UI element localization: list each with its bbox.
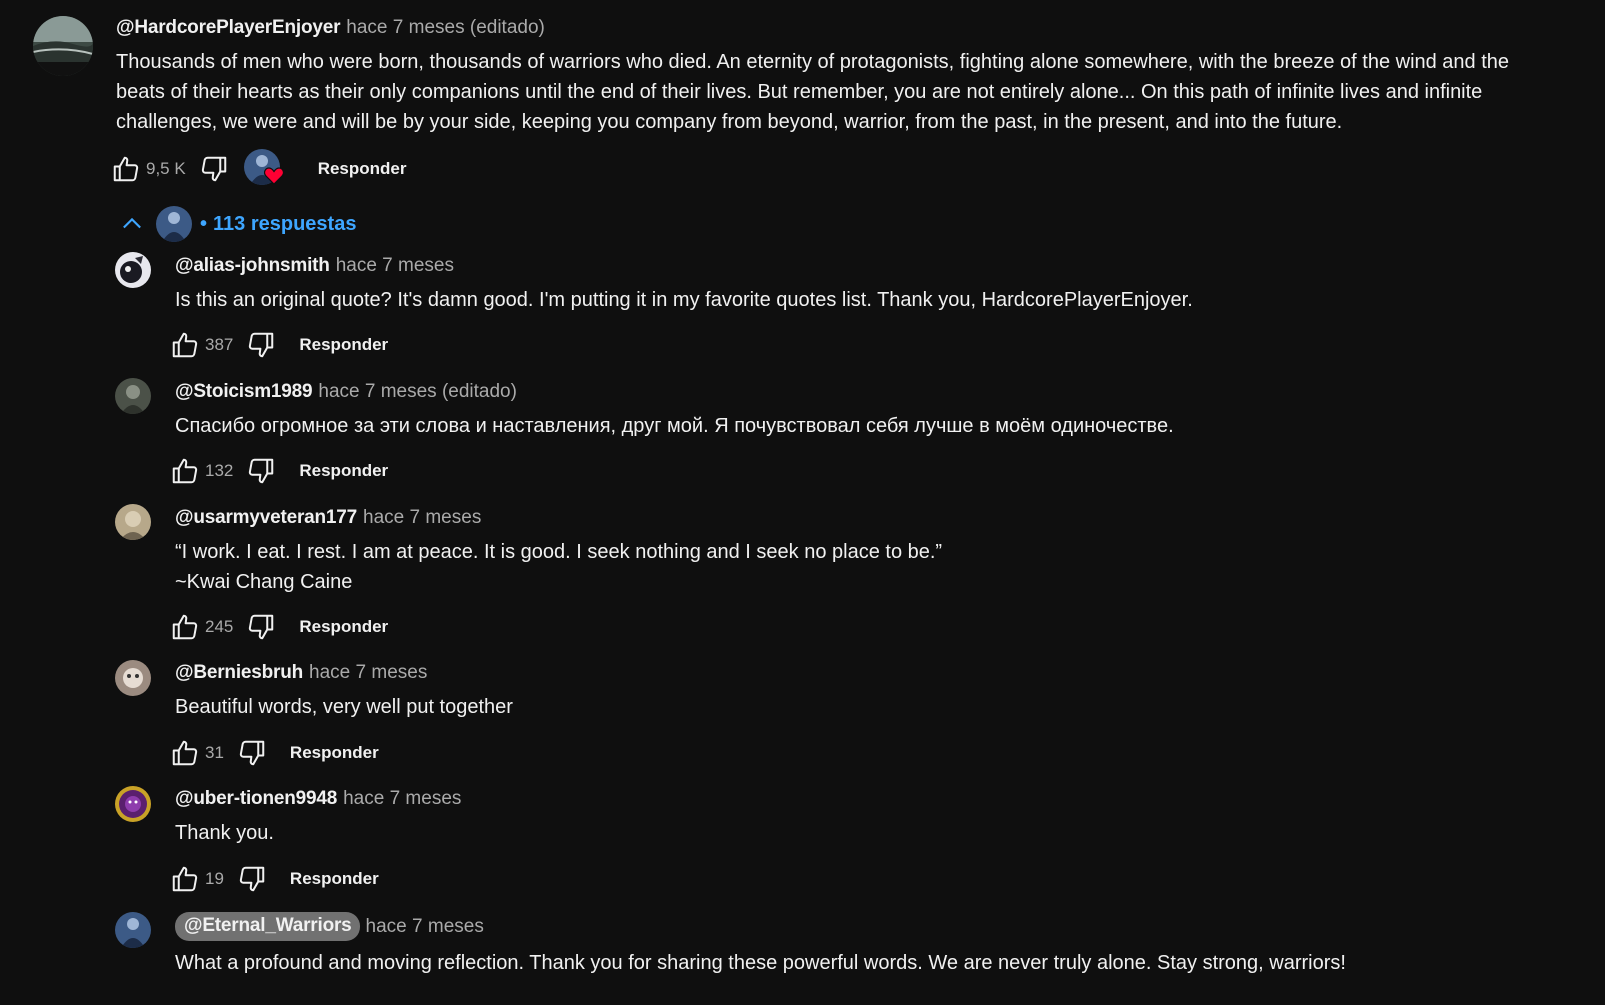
timestamp[interactable]: hace 7 meses (editado): [318, 381, 517, 403]
comment-actions: 9,5 K Responder: [110, 149, 407, 189]
thumbs-down-icon: [237, 738, 267, 768]
comment-header: @usarmyveteran177 hace 7 meses: [175, 507, 481, 529]
comment-text-line: Beautiful words, very well put together: [175, 696, 513, 718]
comment-text: Thousands of men who were born, thousand…: [116, 47, 1596, 137]
dislike-button[interactable]: [245, 455, 277, 487]
comment-header: @Eternal_Warriors hace 7 meses: [175, 912, 484, 941]
comment-actions: 31 Responder: [169, 735, 379, 771]
comment-actions: 19 Responder: [169, 861, 379, 897]
author-name[interactable]: @Berniesbruh: [175, 662, 303, 684]
reply-button[interactable]: Responder: [299, 335, 388, 355]
like-button[interactable]: [169, 863, 201, 895]
comment-text-line: What a profound and moving reflection. T…: [175, 952, 1346, 974]
dislike-button[interactable]: [236, 737, 268, 769]
comment-text-line: Thank you.: [175, 822, 274, 844]
comment-text: What a profound and moving reflection. T…: [175, 948, 1346, 978]
thumbs-up-icon: [170, 738, 200, 768]
comment-text-line: “I work. I eat. I rest. I am at peace. I…: [175, 541, 943, 563]
replies-count-label: 113 respuestas: [213, 212, 357, 235]
like-count: 9,5 K: [146, 159, 186, 178]
author-name[interactable]: @usarmyveteran177: [175, 507, 357, 529]
like-button[interactable]: [169, 737, 201, 769]
comment-header: @uber-tionen9948 hace 7 meses: [175, 788, 461, 810]
creator-avatar: [156, 206, 192, 242]
avatar[interactable]: [115, 504, 151, 540]
comment-actions: 132 Responder: [169, 453, 388, 489]
thumbs-down-icon: [237, 864, 267, 894]
heart-icon: [263, 167, 284, 185]
reply-button[interactable]: Responder: [290, 869, 379, 889]
avatar[interactable]: [115, 252, 151, 288]
like-count: 31: [205, 743, 224, 762]
comment-text-line: ~Kwai Chang Caine: [175, 571, 353, 593]
avatar[interactable]: [115, 912, 151, 948]
creator-author-badge[interactable]: @Eternal_Warriors: [175, 912, 360, 941]
thumbs-up-icon: [170, 612, 200, 642]
like-count: 387: [205, 335, 234, 354]
dislike-button[interactable]: [236, 863, 268, 895]
comment-actions: 387 Responder: [169, 327, 388, 363]
avatar[interactable]: [33, 16, 93, 76]
author-name[interactable]: @HardcorePlayerEnjoyer: [116, 17, 340, 39]
author-name[interactable]: @uber-tionen9948: [175, 788, 337, 810]
thumbs-up-icon: [170, 864, 200, 894]
dislike-button[interactable]: [245, 611, 277, 643]
thumbs-up-icon: [170, 330, 200, 360]
replies-bullet: •: [200, 212, 208, 235]
comment-header: @Berniesbruh hace 7 meses: [175, 662, 427, 684]
like-count: 245: [205, 617, 234, 636]
comment-text: Is this an original quote? It's damn goo…: [175, 285, 1193, 315]
dislike-button[interactable]: [245, 329, 277, 361]
thumbs-down-icon: [246, 456, 276, 486]
comment-text: Thank you.: [175, 818, 274, 848]
timestamp[interactable]: hace 7 meses: [366, 916, 484, 938]
comment-text: “I work. I eat. I rest. I am at peace. I…: [175, 537, 942, 597]
avatar[interactable]: [115, 786, 151, 822]
thumbs-up-icon: [111, 154, 141, 184]
timestamp[interactable]: hace 7 meses: [309, 662, 427, 684]
author-name[interactable]: @alias-johnsmith: [175, 255, 330, 277]
like-button[interactable]: [169, 455, 201, 487]
reply-button[interactable]: Responder: [290, 743, 379, 763]
creator-heart[interactable]: [243, 149, 284, 189]
dislike-button[interactable]: [198, 153, 230, 185]
timestamp[interactable]: hace 7 meses (editado): [346, 17, 545, 39]
comment-text-line: challenges, we were and will be by your …: [116, 111, 1343, 133]
thumbs-down-icon: [199, 154, 229, 184]
thumbs-down-icon: [246, 612, 276, 642]
avatar[interactable]: [115, 660, 151, 696]
replies-toggle-button[interactable]: • 113 respuestas: [118, 204, 356, 244]
author-name[interactable]: @Stoicism1989: [175, 381, 313, 403]
comment-text-line: beats of their hearts as their only comp…: [116, 81, 1483, 103]
timestamp[interactable]: hace 7 meses: [343, 788, 461, 810]
thumbs-up-icon: [170, 456, 200, 486]
reply-button[interactable]: Responder: [318, 159, 407, 179]
timestamp[interactable]: hace 7 meses: [336, 255, 454, 277]
comment-header: @HardcorePlayerEnjoyer hace 7 meses (edi…: [116, 17, 545, 39]
comment-text: Спасибо огромное за эти слова и наставле…: [175, 411, 1174, 441]
reply-button[interactable]: Responder: [299, 617, 388, 637]
comment-header: @alias-johnsmith hace 7 meses: [175, 255, 454, 277]
like-button[interactable]: [169, 611, 201, 643]
comment-text-line: Спасибо огромное за эти слова и наставле…: [175, 415, 1174, 437]
avatar[interactable]: [115, 378, 151, 414]
comment-text-line: Thousands of men who were born, thousand…: [116, 51, 1510, 73]
thumbs-down-icon: [246, 330, 276, 360]
like-count: 19: [205, 869, 224, 888]
reply-button[interactable]: Responder: [299, 461, 388, 481]
comment-actions: 245 Responder: [169, 609, 388, 645]
like-button[interactable]: [110, 153, 142, 185]
comment-header: @Stoicism1989 hace 7 meses (editado): [175, 381, 517, 403]
comment-text-line: Is this an original quote? It's damn goo…: [175, 289, 1193, 311]
comment-text: Beautiful words, very well put together: [175, 692, 513, 722]
like-count: 132: [205, 461, 234, 480]
like-button[interactable]: [169, 329, 201, 361]
timestamp[interactable]: hace 7 meses: [363, 507, 481, 529]
chevron-up-icon: [123, 217, 141, 229]
